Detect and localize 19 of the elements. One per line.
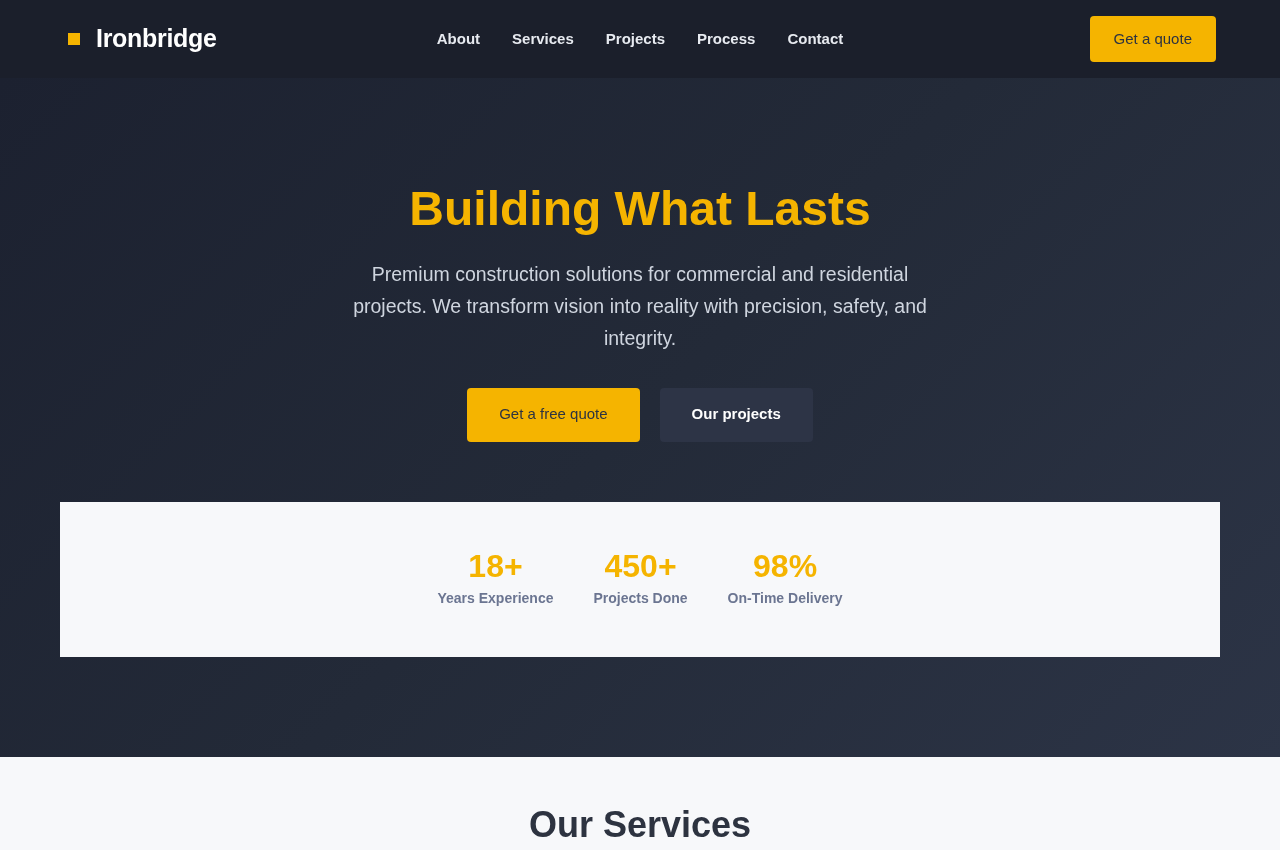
stat-label: On-Time Delivery — [727, 589, 843, 609]
logo-square-icon — [68, 33, 80, 45]
hero-subtitle: Premium construction solutions for commercial and residential projects. We transform vision into reality with precision, safety, and integrity. — [352, 261, 928, 351]
stat-label: Years Experience — [437, 589, 554, 609]
get-quote-button[interactable]: Get a quote — [1089, 16, 1216, 62]
nav-link[interactable]: Services — [512, 27, 574, 51]
section-heading: Our Services — [528, 802, 752, 846]
free-quote-button[interactable]: Get a free quote — [467, 387, 640, 442]
stat-value: 18+ — [468, 549, 523, 585]
hero-title: Building What Lasts — [408, 181, 872, 237]
nav-link[interactable]: Contact — [787, 27, 844, 51]
stat-value: 450+ — [604, 549, 677, 585]
stat-value: 98% — [753, 549, 818, 585]
nav-link[interactable]: Projects — [605, 27, 665, 51]
projects-button[interactable]: Our projects — [659, 387, 813, 442]
nav-link[interactable]: Process — [697, 27, 756, 51]
brand-logo[interactable]: Ironbridge — [96, 20, 217, 58]
stat-label: Projects Done — [593, 589, 688, 609]
nav-link[interactable]: About — [436, 27, 481, 51]
